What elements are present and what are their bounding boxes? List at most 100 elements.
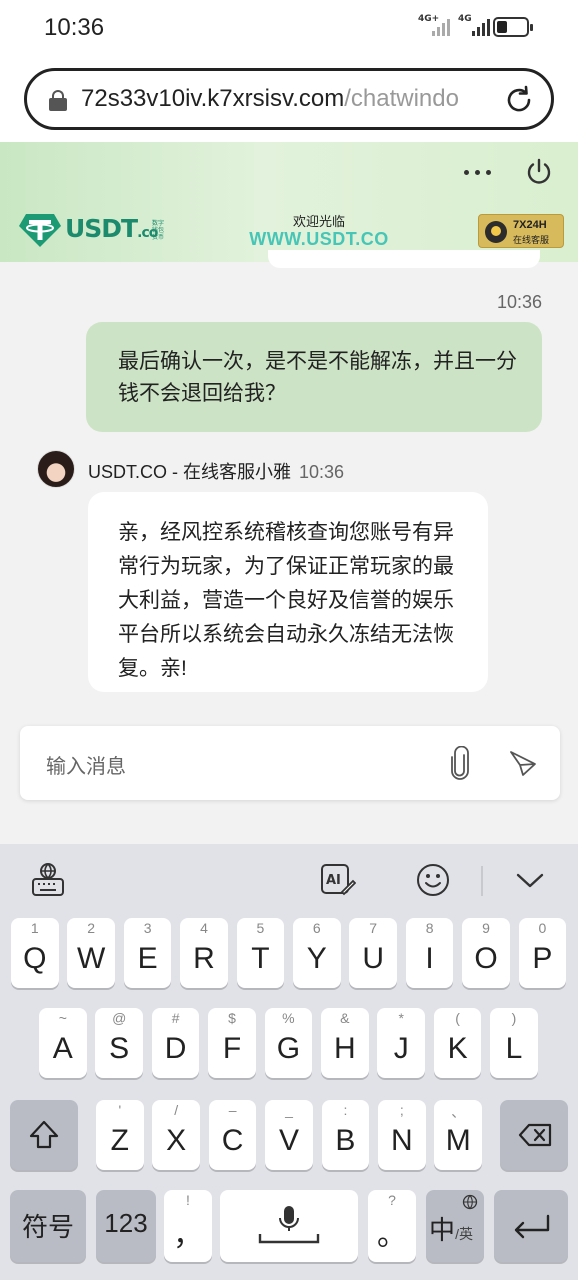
key-r[interactable]: 4R [180, 918, 228, 988]
key-label: J [393, 1032, 409, 1065]
key-j[interactable]: * J [377, 1008, 425, 1078]
collapse-keyboard-icon[interactable] [512, 862, 548, 898]
key-u[interactable]: 7U [349, 918, 397, 988]
key-label: R [193, 942, 215, 975]
key-m[interactable]: 、 M [434, 1100, 482, 1170]
symbols-label: 符号 [21, 1212, 74, 1242]
keyboard-settings-icon[interactable] [30, 862, 66, 898]
attachment-icon[interactable] [448, 746, 472, 780]
site-url: WWW.USDT.CO [249, 229, 389, 249]
backspace-key[interactable] [500, 1100, 568, 1170]
key-hint: ; [399, 1102, 404, 1118]
send-icon[interactable] [508, 748, 538, 778]
key-label: D [164, 1032, 187, 1065]
address-bar[interactable]: 72s33v10iv.k7xrsisv.com/chatwindo [24, 68, 554, 130]
power-icon[interactable] [524, 157, 554, 187]
key-c[interactable]: – C [208, 1100, 257, 1170]
key-p[interactable]: 0P [518, 918, 567, 988]
key-hint: 4 [200, 920, 208, 936]
key-hint: ' [118, 1102, 122, 1118]
sender-line: USDT.CO - 在线客服小雅 10:36 [88, 458, 344, 484]
language-switch-key[interactable]: 中/英 [426, 1190, 484, 1262]
customer-service-badge[interactable]: 7X24H 在线客服 [478, 214, 564, 248]
key-label: P [532, 942, 553, 975]
key-i[interactable]: 8I [405, 918, 454, 988]
period-hint: ? [388, 1192, 396, 1208]
key-x[interactable]: / X [152, 1100, 200, 1170]
key-label: G [276, 1032, 301, 1065]
enter-key[interactable] [494, 1190, 568, 1262]
logo-text: USDT.co [65, 214, 158, 243]
language-sub: /英 [455, 1226, 473, 1242]
key-label: L [505, 1032, 523, 1065]
key-h[interactable]: & H [321, 1008, 369, 1078]
key-o[interactable]: 9O [462, 918, 510, 988]
sender-time: 10:36 [299, 462, 345, 482]
key-label: T [251, 942, 270, 975]
key-t[interactable]: 5T [236, 918, 285, 988]
key-z[interactable]: ' Z [96, 1100, 144, 1170]
key-k[interactable]: (K [433, 1008, 482, 1078]
key-hint: * [398, 1010, 404, 1026]
outgoing-message: 最后确认一次，是不是不能解冻，并且一分钱不会退回给我？ [86, 322, 542, 432]
key-label: Y [306, 942, 327, 975]
shift-key[interactable] [10, 1100, 78, 1170]
message-input[interactable]: 输入消息 [20, 726, 560, 800]
status-time: 10:36 [44, 14, 105, 41]
welcome-text: 欢迎光临 [292, 214, 345, 229]
period-label: 。 [377, 1219, 407, 1252]
key-e[interactable]: 3E [123, 918, 172, 988]
input-placeholder: 输入消息 [46, 756, 126, 778]
chat-messages[interactable]: 10:36 最后确认一次，是不是不能解冻，并且一分钱不会退回给我？ USDT.C… [0, 250, 578, 844]
key-f[interactable]: $ F [208, 1008, 256, 1078]
key-label: N [390, 1124, 413, 1157]
key-hint: _ [285, 1102, 293, 1118]
key-s[interactable]: @ S [95, 1008, 143, 1078]
key-hint: & [340, 1010, 350, 1026]
reload-icon[interactable] [503, 84, 535, 116]
key-hint: ~ [58, 1010, 67, 1026]
key-v[interactable]: _ V [265, 1100, 313, 1170]
comma-key[interactable]: ! ， [164, 1190, 212, 1262]
space-key[interactable] [220, 1190, 358, 1262]
emoji-icon[interactable] [415, 862, 451, 898]
period-key[interactable]: ? 。 [368, 1190, 416, 1262]
lock-icon [49, 90, 67, 111]
key-a[interactable]: ~ A [39, 1008, 87, 1078]
chat-header: USDT.co 数字 钱包 货币 欢迎光临 WWW.USDT.CO 7X24H … [0, 142, 578, 262]
url-text[interactable]: 72s33v10iv.k7xrsisv.com/chatwindo [81, 85, 481, 113]
url-domain: 72s33v10iv.k7xrsisv.com [81, 85, 345, 112]
numbers-key[interactable]: 123 [96, 1190, 156, 1262]
key-q[interactable]: 1Q [11, 918, 59, 988]
key-l[interactable]: ) L [490, 1008, 538, 1078]
key-hint: 6 [312, 920, 321, 936]
key-b[interactable]: :B [321, 1100, 370, 1170]
logo-word: USDT [65, 214, 138, 243]
key-hint: 、 [451, 1104, 466, 1120]
ai-writing-icon[interactable]: AI [320, 862, 356, 898]
shift-icon [29, 1120, 59, 1149]
more-icon[interactable] [462, 168, 496, 178]
key-hint: 8 [425, 920, 434, 936]
key-label: U [362, 942, 385, 975]
key-label: C [221, 1124, 244, 1157]
cs-badge-hours: 7X24H [513, 219, 547, 231]
key-w[interactable]: 2W [67, 918, 115, 988]
url-path: /chatwindo [344, 85, 459, 112]
globe-icon [462, 1194, 478, 1210]
key-label: X [166, 1124, 187, 1157]
key-hint: 1 [30, 920, 39, 936]
incoming-message: 亲，经风控系统稽核查询您账号有异常行为玩家，为了保证正常玩家的最大利益，营造一个… [88, 492, 488, 692]
language-main: 中 [429, 1215, 456, 1245]
symbols-key[interactable]: 符号 [10, 1190, 86, 1262]
key-g[interactable]: % G [264, 1008, 313, 1078]
comma-label: ， [173, 1219, 203, 1252]
key-n[interactable]: ; N [378, 1100, 426, 1170]
key-d[interactable]: # D [151, 1008, 200, 1078]
previous-message-bubble [268, 250, 540, 268]
key-hint: $ [228, 1010, 236, 1026]
key-y[interactable]: 6Y [293, 918, 341, 988]
phone-screen: 10:36 4G+ 4G 72s33v10iv.k7xrsisv.com/cha… [0, 0, 578, 1280]
tether-logo-icon [19, 214, 61, 247]
key-label: S [109, 1032, 130, 1065]
